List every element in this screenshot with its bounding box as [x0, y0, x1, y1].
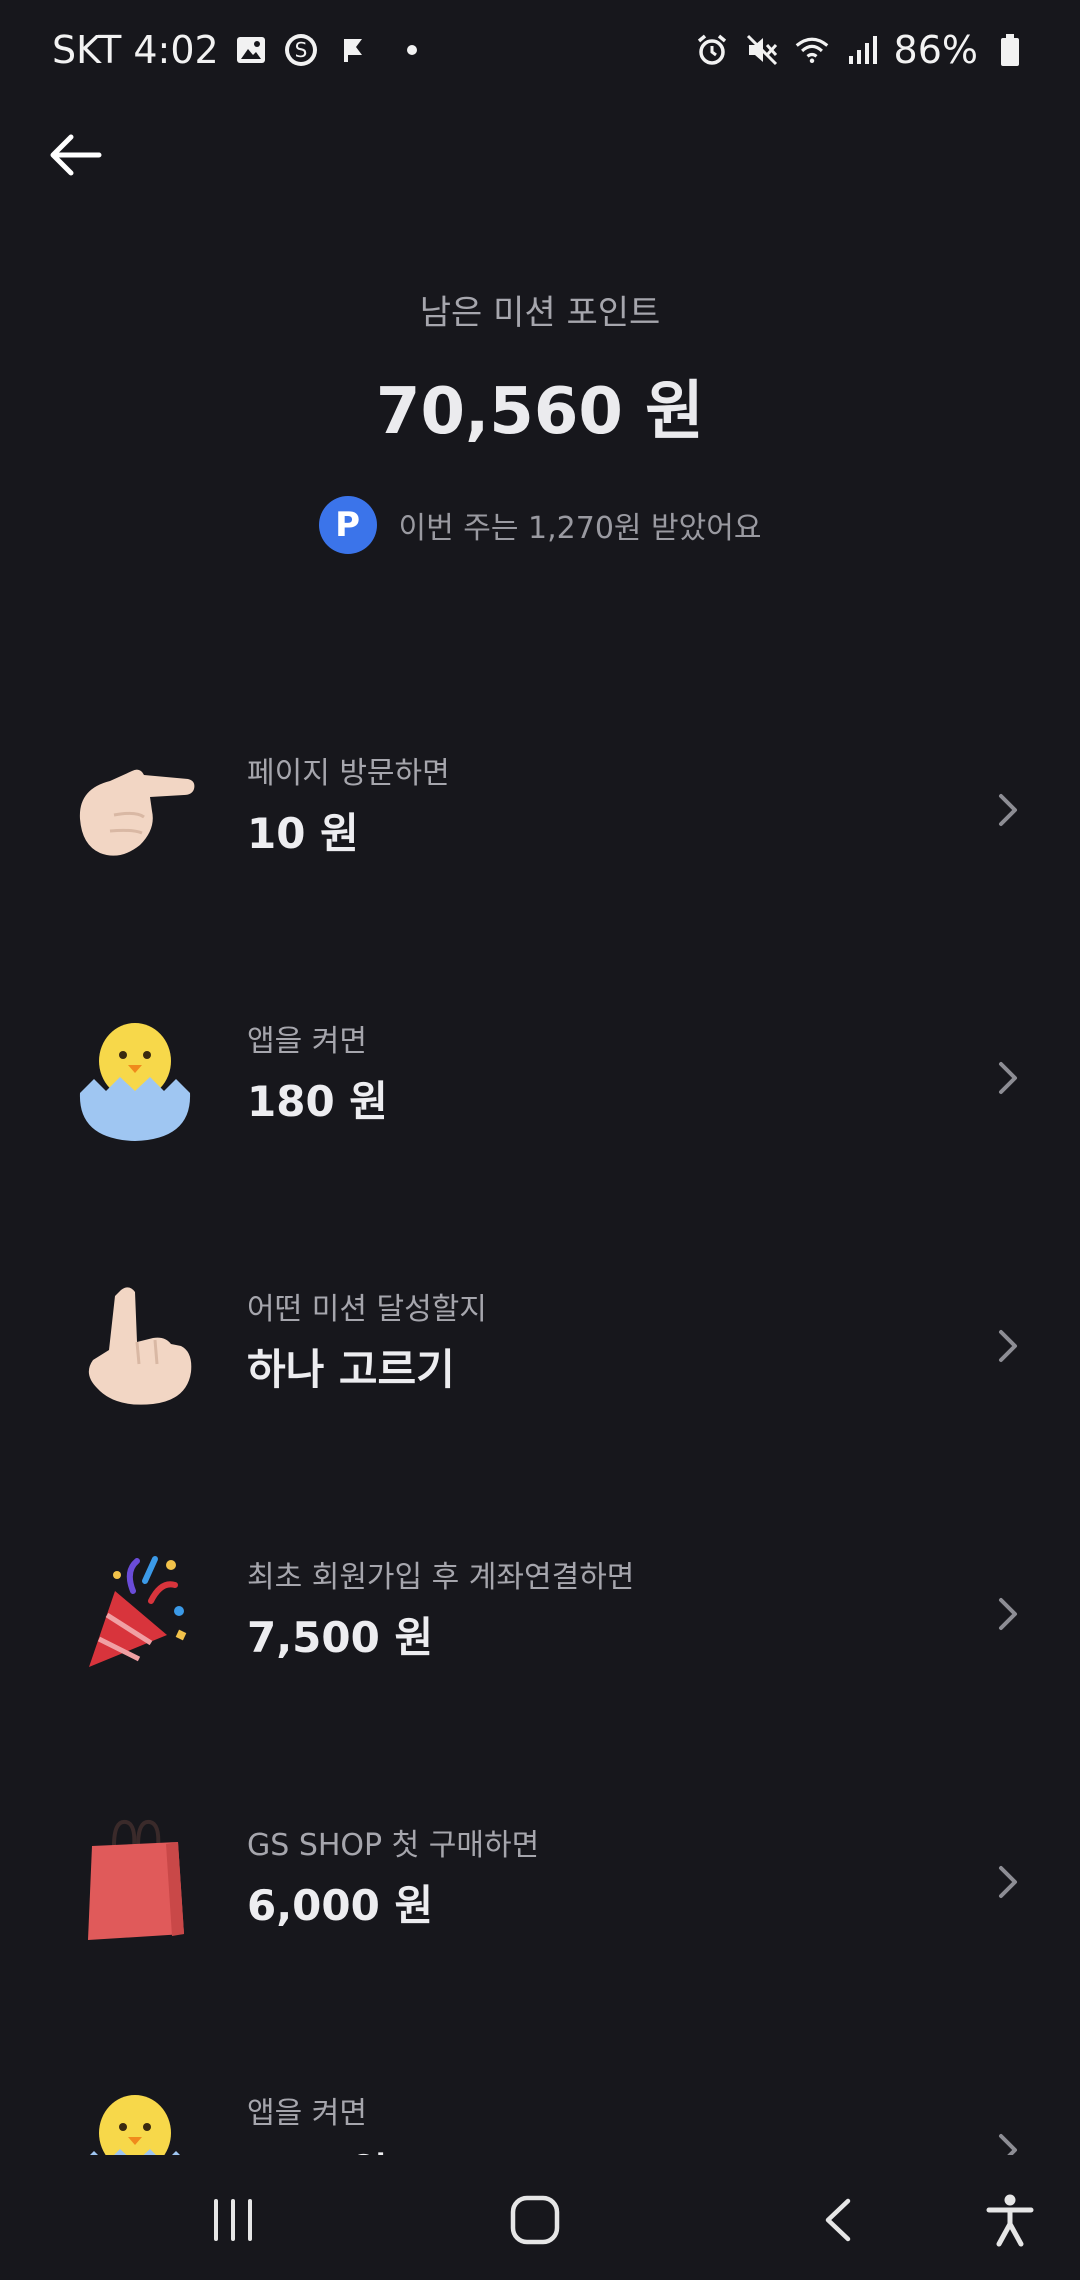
system-nav-bar — [0, 2155, 1080, 2280]
s-app-icon: S — [283, 32, 319, 68]
pointing-hand-icon — [70, 744, 200, 874]
hatching-chick-icon — [70, 1012, 200, 1142]
hatching-chick-icon — [70, 2084, 200, 2155]
weekly-earned-text: 이번 주는 1,270원 받았어요 — [398, 511, 762, 546]
accessibility-icon — [986, 2194, 1034, 2247]
home-icon — [510, 2195, 560, 2245]
mission-subtitle: 페이지 방문하면 — [247, 756, 450, 791]
mission-subtitle: 최초 회원가입 후 계좌연결하면 — [247, 1560, 635, 1595]
arrow-left-icon — [50, 134, 102, 176]
chevron-left-icon — [825, 2198, 851, 2242]
mission-list: 페이지 방문하면 10 원 앱을 켜면 180 원 어떤 미션 달성할지 하나 … — [0, 700, 1080, 2155]
point-badge-icon: P — [318, 496, 377, 554]
chevron-right-icon — [990, 2125, 1026, 2155]
battery-percent: 86% — [893, 28, 978, 72]
mission-reward: 10 원 — [247, 809, 359, 858]
back-nav-button[interactable] — [803, 2185, 873, 2255]
carrier-time: SKT 4:02 — [52, 28, 219, 72]
chevron-right-icon — [990, 1321, 1026, 1371]
mission-item[interactable]: 앱을 켜면 180 원 — [0, 2040, 1080, 2155]
chevron-right-icon — [990, 1857, 1026, 1907]
weekly-earned: P 이번 주는 1,270원 받았어요 — [0, 496, 1080, 554]
alarm-icon — [694, 32, 730, 68]
pointing-up-hand-icon — [70, 1280, 200, 1410]
flag-icon — [333, 32, 369, 68]
party-popper-icon — [70, 1548, 200, 1678]
mission-reward: 하나 고르기 — [247, 1345, 455, 1394]
notification-dot — [406, 45, 417, 55]
mission-item[interactable]: 페이지 방문하면 10 원 — [0, 700, 1080, 968]
points-header: 남은 미션 포인트 70,560 원 — [0, 285, 1080, 452]
mission-item[interactable]: 앱을 켜면 180 원 — [0, 968, 1080, 1236]
mission-item[interactable]: 어떤 미션 달성할지 하나 고르기 — [0, 1236, 1080, 1504]
remaining-points-label: 남은 미션 포인트 — [419, 293, 661, 333]
shopping-bag-icon — [70, 1816, 200, 1946]
mission-reward: 6,000 원 — [247, 1881, 434, 1930]
mission-subtitle: GS SHOP 첫 구매하면 — [247, 1828, 540, 1863]
mission-item[interactable]: 최초 회원가입 후 계좌연결하면 7,500 원 — [0, 1504, 1080, 1772]
mission-reward: 7,500 원 — [247, 1613, 434, 1662]
accessibility-button[interactable] — [975, 2185, 1045, 2255]
back-button[interactable] — [40, 120, 110, 190]
remaining-points-amount: 70,560 원 — [375, 375, 705, 449]
status-bar: SKT 4:02 S 86% — [0, 0, 1080, 100]
mission-reward: 180 원 — [247, 1077, 388, 1126]
status-left: SKT 4:02 S — [52, 28, 417, 72]
gallery-icon — [233, 32, 269, 68]
recent-apps-button[interactable] — [198, 2185, 268, 2255]
chevron-right-icon — [990, 785, 1026, 835]
signal-icon — [844, 32, 880, 68]
chevron-right-icon — [990, 1589, 1026, 1639]
home-button[interactable] — [500, 2185, 570, 2255]
mission-item[interactable]: GS SHOP 첫 구매하면 6,000 원 — [0, 1772, 1080, 2040]
svg-text:S: S — [294, 38, 307, 62]
wifi-icon — [794, 32, 830, 68]
recent-apps-icon — [214, 2199, 252, 2241]
mute-icon — [744, 32, 780, 68]
battery-icon — [992, 32, 1028, 68]
mission-subtitle: 앱을 켜면 — [247, 2096, 367, 2131]
mission-reward: 180 원 — [247, 2140, 388, 2155]
mission-subtitle: 어떤 미션 달성할지 — [247, 1292, 487, 1327]
chevron-right-icon — [990, 1053, 1026, 1103]
mission-subtitle: 앱을 켜면 — [247, 1024, 367, 1059]
status-right: 86% — [694, 28, 1028, 72]
